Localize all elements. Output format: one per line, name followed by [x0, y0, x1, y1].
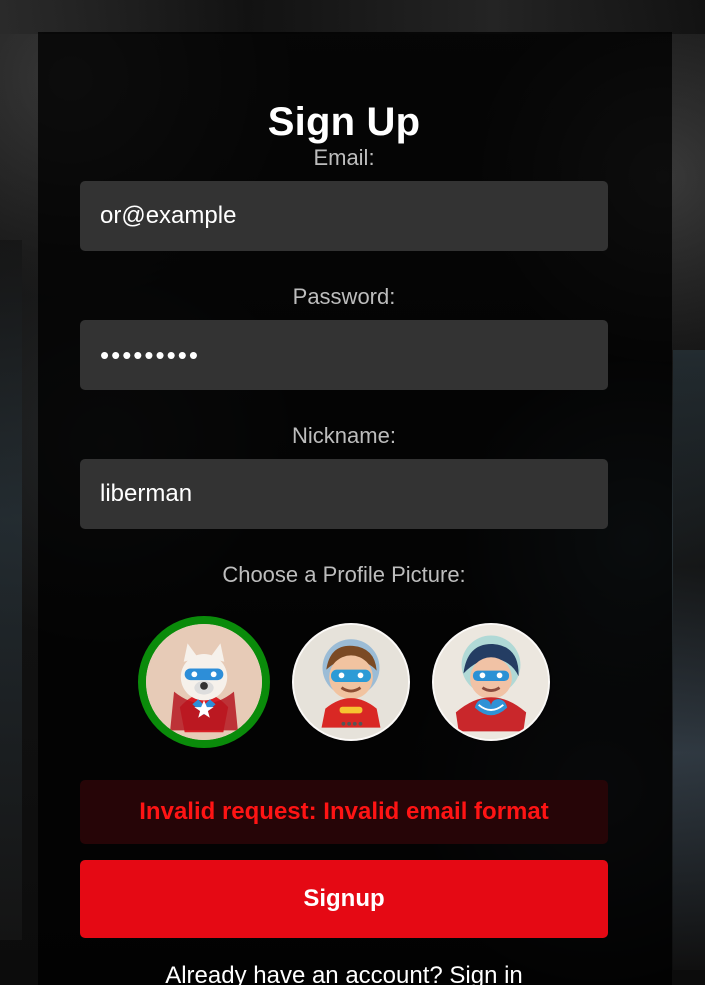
email-input[interactable]: [80, 181, 608, 251]
background-banner: [0, 0, 705, 34]
girl-superhero-avatar-icon: [434, 625, 548, 739]
nickname-label: Nickname:: [292, 423, 396, 448]
profile-picture-options: [80, 616, 608, 748]
profile-picture-option-girl[interactable]: [432, 623, 550, 741]
signup-button[interactable]: Signup: [80, 860, 608, 938]
password-group: Password:: [80, 286, 608, 390]
password-input[interactable]: [80, 320, 608, 390]
signup-form-container: Sign Up Email: Password: Nickname: Choos…: [80, 92, 608, 985]
profile-picture-label: Choose a Profile Picture:: [222, 562, 466, 587]
dog-superhero-avatar-icon: [146, 624, 262, 740]
nickname-group: Nickname:: [80, 425, 608, 529]
nickname-input[interactable]: [80, 459, 608, 529]
background-poster-right: [673, 350, 705, 970]
error-message: Invalid request: Invalid email format: [80, 780, 608, 844]
profile-picture-option-boy[interactable]: [292, 623, 410, 741]
page-title: Sign Up: [267, 100, 421, 144]
email-label: Email:: [313, 145, 375, 170]
profile-picture-option-dog[interactable]: [138, 616, 270, 748]
boy-superhero-avatar-icon: [294, 625, 408, 739]
background-poster-left: [0, 240, 22, 940]
password-label: Password:: [292, 284, 396, 309]
signup-screen: Sign Up Email: Password: Nickname: Choos…: [0, 0, 705, 985]
sign-in-link[interactable]: Already have an account? Sign in: [165, 962, 523, 985]
